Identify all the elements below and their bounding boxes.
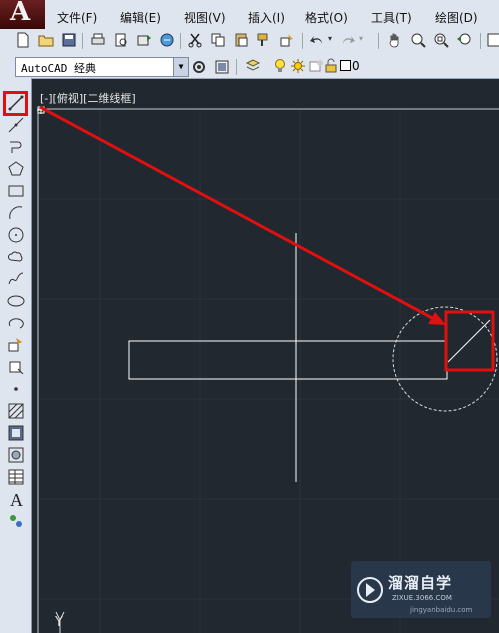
workspace-settings-icon[interactable] [191, 59, 207, 75]
layer-properties-icon[interactable] [245, 58, 261, 74]
drawing-canvas[interactable]: [-][俯视][二维线框] [32, 79, 499, 633]
application-menu-button[interactable]: A [0, 0, 45, 29]
highlight-box-line-tool [3, 91, 28, 116]
watermark-brand: 溜溜自学 [388, 574, 453, 592]
menu-draw[interactable]: 绘图(D) [435, 9, 478, 26]
current-layer-name: 0 [352, 59, 360, 73]
save-icon[interactable] [61, 32, 77, 48]
publish-icon[interactable] [136, 32, 152, 48]
workspace-value: AutoCAD 经典 [21, 62, 96, 75]
sun-icon[interactable] [290, 58, 306, 74]
add-selected-icon[interactable] [6, 511, 26, 531]
zoom-previous-icon[interactable] [456, 32, 472, 48]
canvas-graphics [32, 79, 499, 633]
polygon-icon[interactable] [6, 159, 26, 179]
menu-insert[interactable]: 插入(I) [248, 9, 285, 26]
standard-toolbar: ▾ ▾ [0, 29, 499, 53]
menu-bar: 文件(F) 编辑(E) 视图(V) 插入(I) 格式(O) 工具(T) 绘图(D… [45, 8, 499, 28]
viewport-controls-label[interactable]: [-][俯视][二维线框] [40, 90, 136, 106]
watermark-url: jingyanbaidu.com [410, 606, 473, 614]
block-editor-icon[interactable] [279, 32, 295, 48]
zoom-realtime-icon[interactable] [410, 32, 426, 48]
menu-format[interactable]: 格式(O) [305, 9, 348, 26]
ellipse-icon[interactable] [6, 291, 26, 311]
copy-icon[interactable] [210, 32, 226, 48]
make-block-icon[interactable] [6, 357, 26, 377]
workspace-dropdown[interactable]: AutoCAD 经典 ▼ [15, 57, 189, 77]
multiline-text-icon[interactable]: A [6, 489, 26, 509]
construction-line-icon[interactable] [6, 115, 26, 135]
table-icon[interactable] [6, 467, 26, 487]
point-icon[interactable] [6, 379, 26, 399]
rectangle-icon[interactable] [6, 181, 26, 201]
zoom-window-icon[interactable] [433, 32, 449, 48]
workspace-save-icon[interactable] [214, 59, 230, 75]
plot-preview-icon[interactable] [113, 32, 129, 48]
workspace-toolbar: AutoCAD 经典 ▼ 0 [0, 56, 499, 79]
app-bar: A 文件(F) 编辑(E) 视图(V) 插入(I) 格式(O) 工具(T) 绘图… [0, 0, 499, 57]
open-folder-icon[interactable] [38, 32, 54, 48]
menu-edit[interactable]: 编辑(E) [120, 9, 161, 26]
autocad-logo-icon: A [10, 0, 31, 27]
circle-icon[interactable] [6, 225, 26, 245]
print-icon[interactable] [90, 32, 106, 48]
hatch-icon[interactable] [6, 401, 26, 421]
new-file-icon[interactable] [15, 32, 31, 48]
spline-icon[interactable] [6, 269, 26, 289]
watermark-sub: ZIXUE.3066.COM [392, 594, 452, 602]
redo-icon[interactable] [340, 32, 356, 48]
pan-hand-icon[interactable] [387, 32, 403, 48]
match-properties-icon[interactable] [256, 32, 272, 48]
cut-icon[interactable] [187, 32, 203, 48]
arc-icon[interactable] [6, 203, 26, 223]
ucs-y-label: Y [55, 615, 63, 630]
menu-file[interactable]: 文件(F) [57, 9, 97, 26]
insert-block-icon[interactable] [6, 335, 26, 355]
gradient-icon[interactable] [6, 423, 26, 443]
undo-icon[interactable] [309, 32, 325, 48]
viewport-freeze-icon[interactable] [308, 58, 324, 74]
region-icon[interactable] [6, 445, 26, 465]
revision-cloud-icon[interactable] [6, 247, 26, 267]
svg-text:A: A [10, 490, 23, 509]
lightbulb-icon[interactable] [273, 58, 287, 74]
layer-control[interactable]: 0 [245, 58, 499, 76]
polyline-icon[interactable] [6, 137, 26, 157]
menu-view[interactable]: 视图(V) [184, 9, 226, 26]
draw-toolbar: A [0, 78, 32, 633]
chevron-down-icon[interactable]: ▼ [173, 58, 188, 76]
menu-tools[interactable]: 工具(T) [371, 9, 412, 26]
properties-icon[interactable] [486, 32, 499, 48]
layer-color-swatch [340, 60, 351, 71]
ellipse-arc-icon[interactable] [6, 313, 26, 333]
lock-icon[interactable] [324, 58, 338, 74]
3d-dwf-icon[interactable] [159, 32, 175, 48]
paste-icon[interactable] [233, 32, 249, 48]
